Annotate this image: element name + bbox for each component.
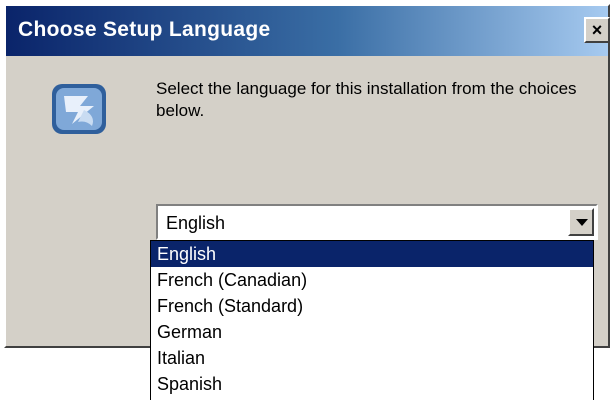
setup-installer-icon xyxy=(52,84,106,134)
selected-language: English xyxy=(166,213,226,233)
dialog-title: Choose Setup Language xyxy=(18,18,271,41)
language-option-spanish[interactable]: Spanish xyxy=(151,371,593,397)
language-option-french-canadian[interactable]: French (Canadian) xyxy=(151,267,593,293)
dropdown-button[interactable] xyxy=(568,208,594,236)
language-option-italian[interactable]: Italian xyxy=(151,345,593,371)
language-option-french-standard[interactable]: French (Standard) xyxy=(151,293,593,319)
language-combobox[interactable]: English xyxy=(156,204,598,240)
instruction-text: Select the language for this installatio… xyxy=(156,79,577,120)
language-option-german[interactable]: German xyxy=(151,319,593,345)
chevron-down-icon xyxy=(576,219,588,226)
title-bar[interactable]: Choose Setup Language × xyxy=(6,6,610,56)
language-dropdown-list: English French (Canadian) French (Standa… xyxy=(150,240,594,400)
close-button[interactable]: × xyxy=(584,17,610,43)
language-option-english[interactable]: English xyxy=(151,241,593,267)
close-icon: × xyxy=(591,19,603,40)
